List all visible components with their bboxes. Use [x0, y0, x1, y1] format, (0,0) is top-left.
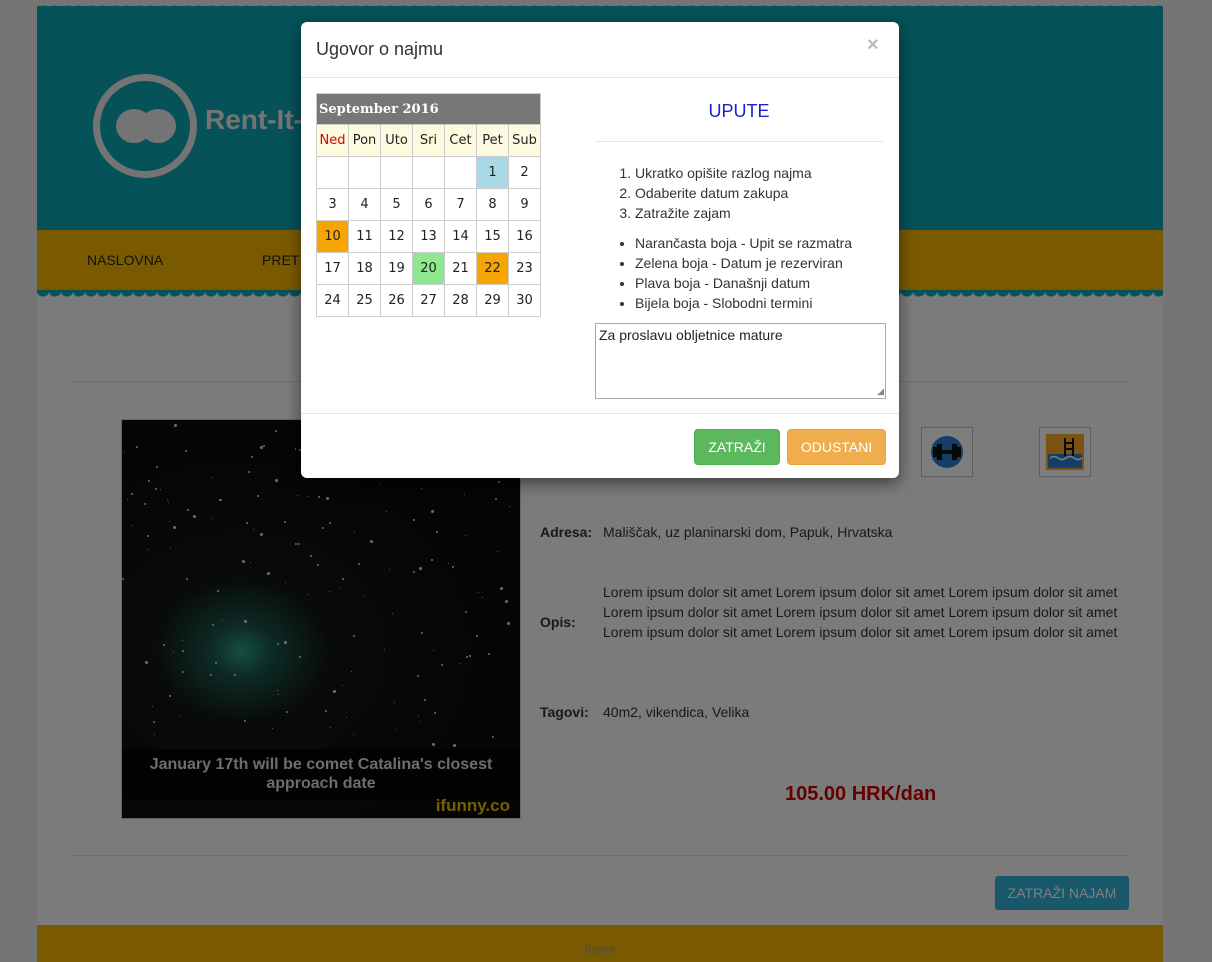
legend-item: Plava boja - Današnji datum: [635, 273, 883, 293]
calendar-day[interactable]: 2: [508, 156, 541, 189]
calendar-day[interactable]: 30: [508, 284, 541, 317]
calendar-day[interactable]: 29: [476, 284, 509, 317]
calendar-day[interactable]: 10: [316, 220, 349, 253]
calendar-day[interactable]: 6: [412, 188, 445, 221]
calendar-day[interactable]: 20: [412, 252, 445, 285]
calendar-week: 24 25 26 27 28 29 30: [316, 284, 541, 317]
cancel-button[interactable]: ODUSTANI: [787, 429, 886, 465]
calendar-week: 10 11 12 13 14 15 16: [316, 220, 541, 253]
calendar-empty-cell: [316, 156, 349, 189]
calendar-day[interactable]: 3: [316, 188, 349, 221]
calendar-day[interactable]: 13: [412, 220, 445, 253]
calendar-day[interactable]: 15: [476, 220, 509, 253]
legend-item: Bijela boja - Slobodni termini: [635, 293, 883, 313]
modal-title: Ugovor o najmu: [316, 39, 444, 59]
reason-text: Za proslavu obljetnice mature: [599, 327, 783, 343]
calendar-day-header: Cet: [444, 124, 477, 157]
calendar-day[interactable]: 9: [508, 188, 541, 221]
calendar-day[interactable]: 7: [444, 188, 477, 221]
calendar-empty-cell: [380, 156, 413, 189]
calendar-day[interactable]: 18: [348, 252, 381, 285]
calendar-day[interactable]: 28: [444, 284, 477, 317]
rental-contract-modal: Ugovor o najmu × September 2016 Ned Pon Ut…: [301, 22, 899, 478]
calendar-day-header: Ned: [316, 124, 349, 157]
calendar-day[interactable]: 14: [444, 220, 477, 253]
calendar-day[interactable]: 25: [348, 284, 381, 317]
submit-request-button[interactable]: ZATRAŽI: [694, 429, 780, 465]
calendar-day[interactable]: 26: [380, 284, 413, 317]
legend-item: Narančasta boja - Upit se razmatra: [635, 233, 883, 253]
calendar-month: September 2016: [316, 93, 541, 125]
calendar-day-header: Sri: [412, 124, 445, 157]
calendar-day[interactable]: 11: [348, 220, 381, 253]
calendar-week: 17 18 19 20 21 22 23: [316, 252, 541, 285]
calendar-empty-cell: [412, 156, 445, 189]
resize-handle-icon[interactable]: ◢: [877, 386, 884, 397]
calendar-day[interactable]: 12: [380, 220, 413, 253]
legend-item: Zelena boja - Datum je rezerviran: [635, 253, 883, 273]
calendar-day[interactable]: 17: [316, 252, 349, 285]
calendar-day-header: Sub: [508, 124, 541, 157]
instruction-step: Ukratko opišite razlog najma: [635, 163, 883, 183]
calendar-day-header: Pet: [476, 124, 509, 157]
calendar-day[interactable]: 22: [476, 252, 509, 285]
calendar-day[interactable]: 8: [476, 188, 509, 221]
calendar-week: 3456789: [316, 188, 541, 221]
calendar-empty-cell: [348, 156, 381, 189]
calendar-day[interactable]: 27: [412, 284, 445, 317]
reason-textarea[interactable]: Za proslavu obljetnice mature ◢: [595, 323, 886, 399]
calendar-day[interactable]: 19: [380, 252, 413, 285]
instruction-step: Odaberite datum zakupa: [635, 183, 883, 203]
calendar-day[interactable]: 4: [348, 188, 381, 221]
instructions-title: UPUTE: [708, 101, 770, 121]
calendar-day-header: Pon: [348, 124, 381, 157]
calendar-day[interactable]: 23: [508, 252, 541, 285]
instruction-step: Zatražite zajam: [635, 203, 883, 223]
instructions: Ukratko opišite razlog najma Odaberite d…: [595, 163, 883, 313]
calendar-day[interactable]: 16: [508, 220, 541, 253]
calendar-day[interactable]: 24: [316, 284, 349, 317]
calendar-day[interactable]: 1: [476, 156, 509, 189]
booking-calendar: September 2016 Ned Pon Uto Sri Cet Pet Sub 123…: [316, 93, 541, 317]
calendar-day[interactable]: 21: [444, 252, 477, 285]
calendar-week: 12: [316, 156, 541, 189]
close-icon[interactable]: ×: [867, 34, 879, 57]
calendar-empty-cell: [444, 156, 477, 189]
calendar-day-header: Uto: [380, 124, 413, 157]
calendar-day[interactable]: 5: [380, 188, 413, 221]
